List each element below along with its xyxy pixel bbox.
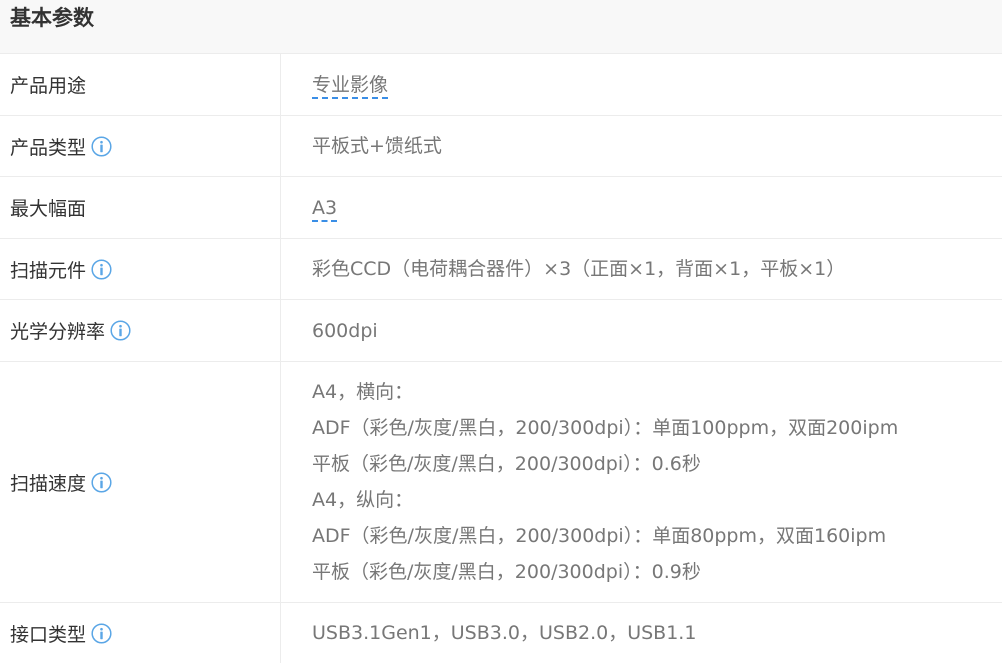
- spec-label-cell: 最大幅面: [0, 177, 281, 238]
- spec-value-cell: USB3.1Gen1，USB3.0，USB2.0，USB1.1: [281, 603, 1002, 663]
- spec-row-resolution: 光学分辨率 600dpi: [0, 300, 1002, 362]
- spec-label-cell: 光学分辨率: [0, 300, 281, 361]
- spec-label-cell: 产品类型: [0, 116, 281, 176]
- spec-value-cell: 彩色CCD（电荷耦合器件）×3（正面×1，背面×1，平板×1）: [281, 239, 1002, 299]
- spec-value-line: 平板（彩色/灰度/黑白，200/300dpi）：0.9秒: [312, 561, 701, 583]
- spec-row-scan-speed: 扫描速度 A4，横向： ADF（彩色/灰度/黑白，200/300dpi）：单面1…: [0, 362, 1002, 603]
- spec-value-line: ADF（彩色/灰度/黑白，200/300dpi）：单面80ppm，双面160ip…: [312, 525, 887, 547]
- spec-label-cell: 扫描速度: [0, 362, 281, 602]
- info-circle-icon[interactable]: [91, 471, 112, 493]
- spec-value-cell: 600dpi: [281, 300, 1002, 361]
- spec-row-usage: 产品用途 专业影像: [0, 54, 1002, 116]
- spec-label-cell: 扫描元件: [0, 239, 281, 299]
- spec-label: 光学分辨率: [10, 321, 106, 343]
- spec-value-link[interactable]: A3: [312, 197, 338, 222]
- spec-label: 接口类型: [10, 623, 87, 646]
- spec-value-cell: 专业影像: [281, 54, 1002, 115]
- spec-table: 基本参数 产品用途 专业影像 产品类型 平板式+馈纸式 最大幅面 A3 扫描元件…: [0, 0, 1002, 663]
- spec-value-line: A4，纵向：: [312, 489, 414, 511]
- spec-value: USB3.1Gen1，USB3.0，USB2.0，USB1.1: [312, 622, 697, 644]
- spec-value-line: 平板（彩色/灰度/黑白，200/300dpi）：0.6秒: [312, 453, 701, 475]
- spec-row-scan-element: 扫描元件 彩色CCD（电荷耦合器件）×3（正面×1，背面×1，平板×1）: [0, 239, 1002, 300]
- spec-label: 扫描速度: [10, 472, 87, 495]
- spec-value-cell: A3: [281, 177, 1002, 238]
- spec-row-interface: 接口类型 USB3.1Gen1，USB3.0，USB2.0，USB1.1: [0, 603, 1002, 663]
- spec-value-link[interactable]: 专业影像: [312, 74, 389, 99]
- spec-value-cell: 平板式+馈纸式: [281, 116, 1002, 176]
- section-title: 基本参数: [10, 6, 94, 30]
- spec-label: 扫描元件: [10, 259, 87, 282]
- spec-label-cell: 接口类型: [0, 603, 281, 663]
- spec-value-line: ADF（彩色/灰度/黑白，200/300dpi）：单面100ppm，双面200i…: [312, 417, 899, 439]
- info-circle-icon[interactable]: [110, 320, 131, 341]
- info-circle-icon[interactable]: [91, 622, 112, 644]
- info-circle-icon[interactable]: [91, 258, 112, 280]
- spec-label: 最大幅面: [10, 198, 87, 220]
- spec-label-cell: 产品用途: [0, 54, 281, 115]
- section-header: 基本参数: [0, 0, 1002, 54]
- spec-value: 彩色CCD（电荷耦合器件）×3（正面×1，背面×1，平板×1）: [312, 258, 846, 280]
- spec-value: 600dpi: [312, 319, 378, 342]
- spec-value-cell: A4，横向： ADF（彩色/灰度/黑白，200/300dpi）：单面100ppm…: [281, 362, 1002, 602]
- spec-row-type: 产品类型 平板式+馈纸式: [0, 116, 1002, 177]
- spec-value-line: A4，横向：: [312, 381, 414, 403]
- spec-label: 产品类型: [10, 136, 87, 159]
- info-circle-icon[interactable]: [91, 135, 112, 157]
- spec-label: 产品用途: [10, 75, 87, 97]
- spec-value: 平板式+馈纸式: [312, 135, 442, 157]
- spec-row-max-size: 最大幅面 A3: [0, 177, 1002, 239]
